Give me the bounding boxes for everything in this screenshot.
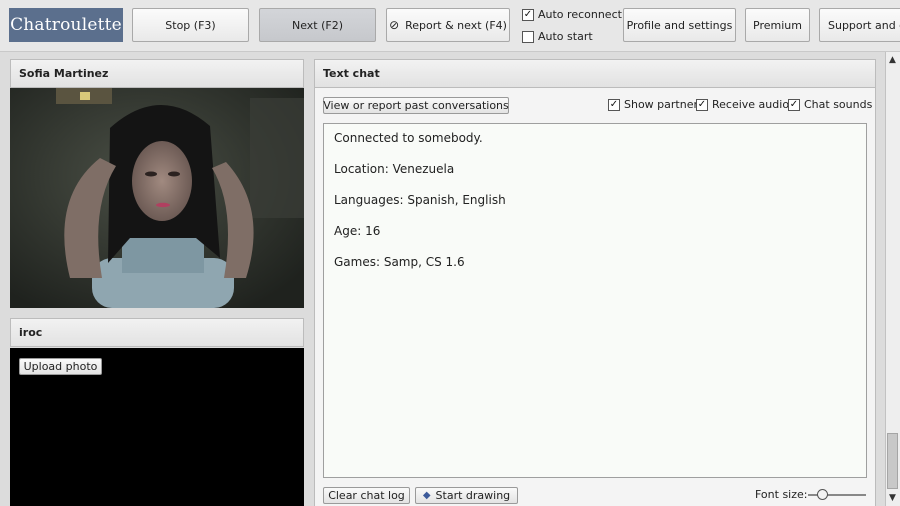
font-size-slider-handle[interactable] — [817, 489, 828, 500]
auto-start-label: Auto start — [538, 30, 593, 43]
auto-reconnect-label: Auto reconnect — [538, 8, 622, 21]
scroll-up-arrow-icon[interactable]: ▲ — [885, 53, 900, 66]
chat-message: Age: 16 — [334, 224, 381, 238]
chat-title: Text chat — [323, 67, 380, 80]
pencil-icon: ◆ — [422, 490, 431, 501]
premium-button[interactable]: Premium — [745, 8, 810, 42]
checkbox-checked-icon: ✓ — [696, 98, 708, 111]
chat-header: Text chat — [314, 59, 876, 88]
self-name: iroc — [19, 326, 43, 339]
chat-sounds-checkbox[interactable]: ✓ Chat sounds — [788, 98, 872, 111]
partner-video — [10, 88, 304, 308]
auto-start-checkbox[interactable]: Auto start — [522, 30, 593, 43]
receive-audio-label: Receive audio — [712, 98, 790, 111]
partner-name: Sofia Martinez — [19, 67, 109, 80]
prohibited-icon: ⊘ — [389, 18, 400, 32]
report-next-label: Report & next (F4) — [405, 18, 507, 32]
next-button[interactable]: Next (F2) — [259, 8, 376, 42]
auto-reconnect-checkbox[interactable]: ✓ Auto reconnect — [522, 8, 622, 21]
upload-photo-button[interactable]: Upload photo — [19, 358, 102, 375]
chat-log[interactable]: Connected to somebody. Location: Venezue… — [323, 123, 867, 478]
clear-chat-log-button[interactable]: Clear chat log — [323, 487, 410, 504]
scroll-down-arrow-icon[interactable]: ▼ — [885, 491, 900, 504]
chat-message: Connected to somebody. — [334, 131, 483, 145]
logo[interactable]: Chatroulette — [9, 8, 123, 42]
checkbox-checked-icon: ✓ — [608, 98, 620, 111]
partner-video-image — [10, 88, 304, 308]
start-drawing-button[interactable]: ◆ Start drawing — [415, 487, 518, 504]
show-partner-checkbox[interactable]: ✓ Show partner — [608, 98, 698, 111]
checkbox-checked-icon: ✓ — [788, 98, 800, 111]
show-partner-label: Show partner — [624, 98, 698, 111]
top-toolbar: Chatroulette Stop (F3) Next (F2) ⊘ Repor… — [0, 0, 900, 52]
self-header: iroc — [10, 318, 304, 347]
chat-message: Games: Samp, CS 1.6 — [334, 255, 465, 269]
view-report-conversations-button[interactable]: View or report past conversations — [323, 97, 509, 114]
checkbox-checked-icon: ✓ — [522, 8, 534, 21]
report-next-button[interactable]: ⊘ Report & next (F4) — [386, 8, 510, 42]
stop-button[interactable]: Stop (F3) — [132, 8, 249, 42]
scrollbar-thumb[interactable] — [887, 433, 898, 489]
chat-message: Location: Venezuela — [334, 162, 455, 176]
chat-message: Languages: Spanish, English — [334, 193, 506, 207]
start-drawing-label: Start drawing — [435, 489, 511, 502]
checkbox-unchecked-icon — [522, 30, 534, 43]
font-size-label: Font size: — [755, 488, 808, 501]
partner-header: Sofia Martinez — [10, 59, 304, 88]
chat-sounds-label: Chat sounds — [804, 98, 873, 111]
profile-settings-button[interactable]: Profile and settings — [623, 8, 736, 42]
support-button[interactable]: Support and co — [819, 8, 900, 42]
receive-audio-checkbox[interactable]: ✓ Receive audio — [696, 98, 789, 111]
